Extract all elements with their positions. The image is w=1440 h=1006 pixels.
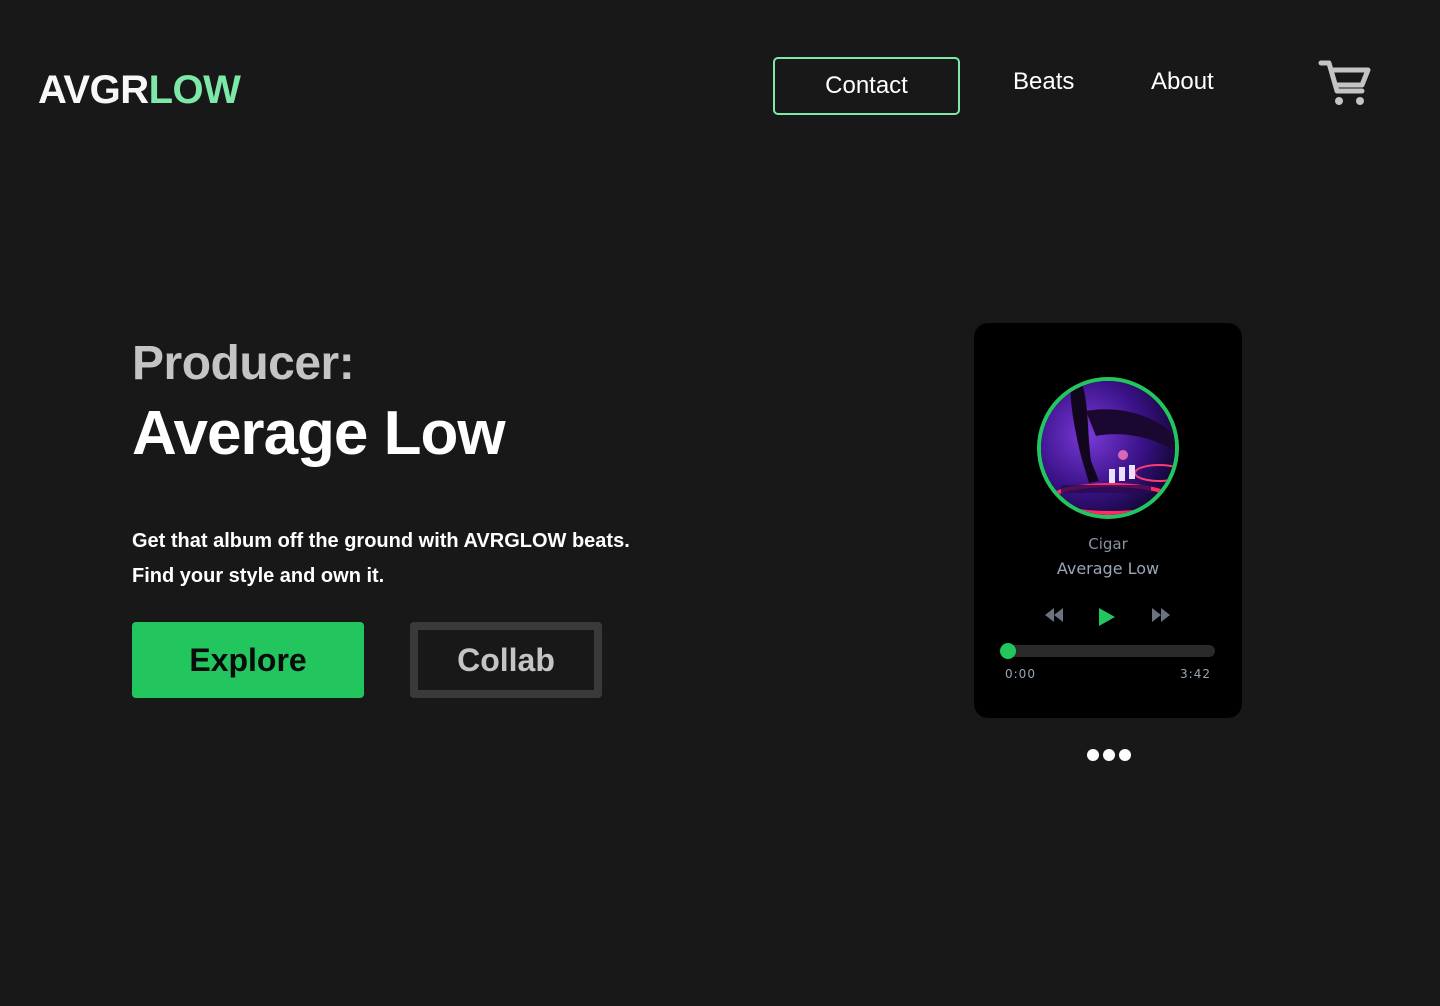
carousel-dots (1087, 749, 1131, 761)
contact-button[interactable]: Contact (773, 57, 960, 115)
logo-part-2: LOW (148, 68, 241, 112)
hero-title: Average Low (132, 399, 506, 468)
play-icon (1099, 608, 1115, 626)
cart-button[interactable] (1318, 58, 1374, 108)
carousel-dot[interactable] (1119, 749, 1131, 761)
rewind-button[interactable] (1044, 607, 1064, 628)
hero-description-line-1: Get that album off the ground with AVRGL… (132, 530, 630, 552)
rewind-icon (1045, 608, 1063, 622)
album-art[interactable] (1037, 377, 1179, 519)
logo[interactable]: AVGRLOW (38, 68, 241, 113)
progress-track[interactable] (1000, 643, 1215, 659)
hero-description-line-2: Find your style and own it. (132, 565, 385, 587)
album-art-image (1041, 381, 1175, 515)
song-title: Cigar (1088, 535, 1128, 553)
hero-description: Get that album off the ground with AVRGL… (132, 524, 630, 594)
carousel-dot[interactable] (1087, 749, 1099, 761)
progress-thumb[interactable] (1000, 643, 1016, 659)
nav-link-about[interactable]: About (1151, 68, 1214, 96)
logo-part-1: AVGR (38, 68, 149, 112)
collab-button[interactable]: Collab (410, 622, 602, 698)
current-time: 0:00 (1005, 667, 1036, 681)
shopping-cart-icon (1318, 60, 1371, 105)
music-player-card: Cigar Average Low 0:00 3:42 (974, 323, 1242, 718)
hero-kicker: Producer: (132, 337, 355, 390)
play-button[interactable] (1098, 607, 1116, 632)
duration: 3:42 (1180, 667, 1211, 681)
explore-button[interactable]: Explore (132, 622, 364, 698)
nav-link-beats[interactable]: Beats (1013, 68, 1074, 96)
artist-name: Average Low (1056, 559, 1160, 578)
carousel-dot[interactable] (1103, 749, 1115, 761)
fast-forward-button[interactable] (1151, 607, 1171, 628)
fast-forward-icon (1152, 608, 1170, 622)
